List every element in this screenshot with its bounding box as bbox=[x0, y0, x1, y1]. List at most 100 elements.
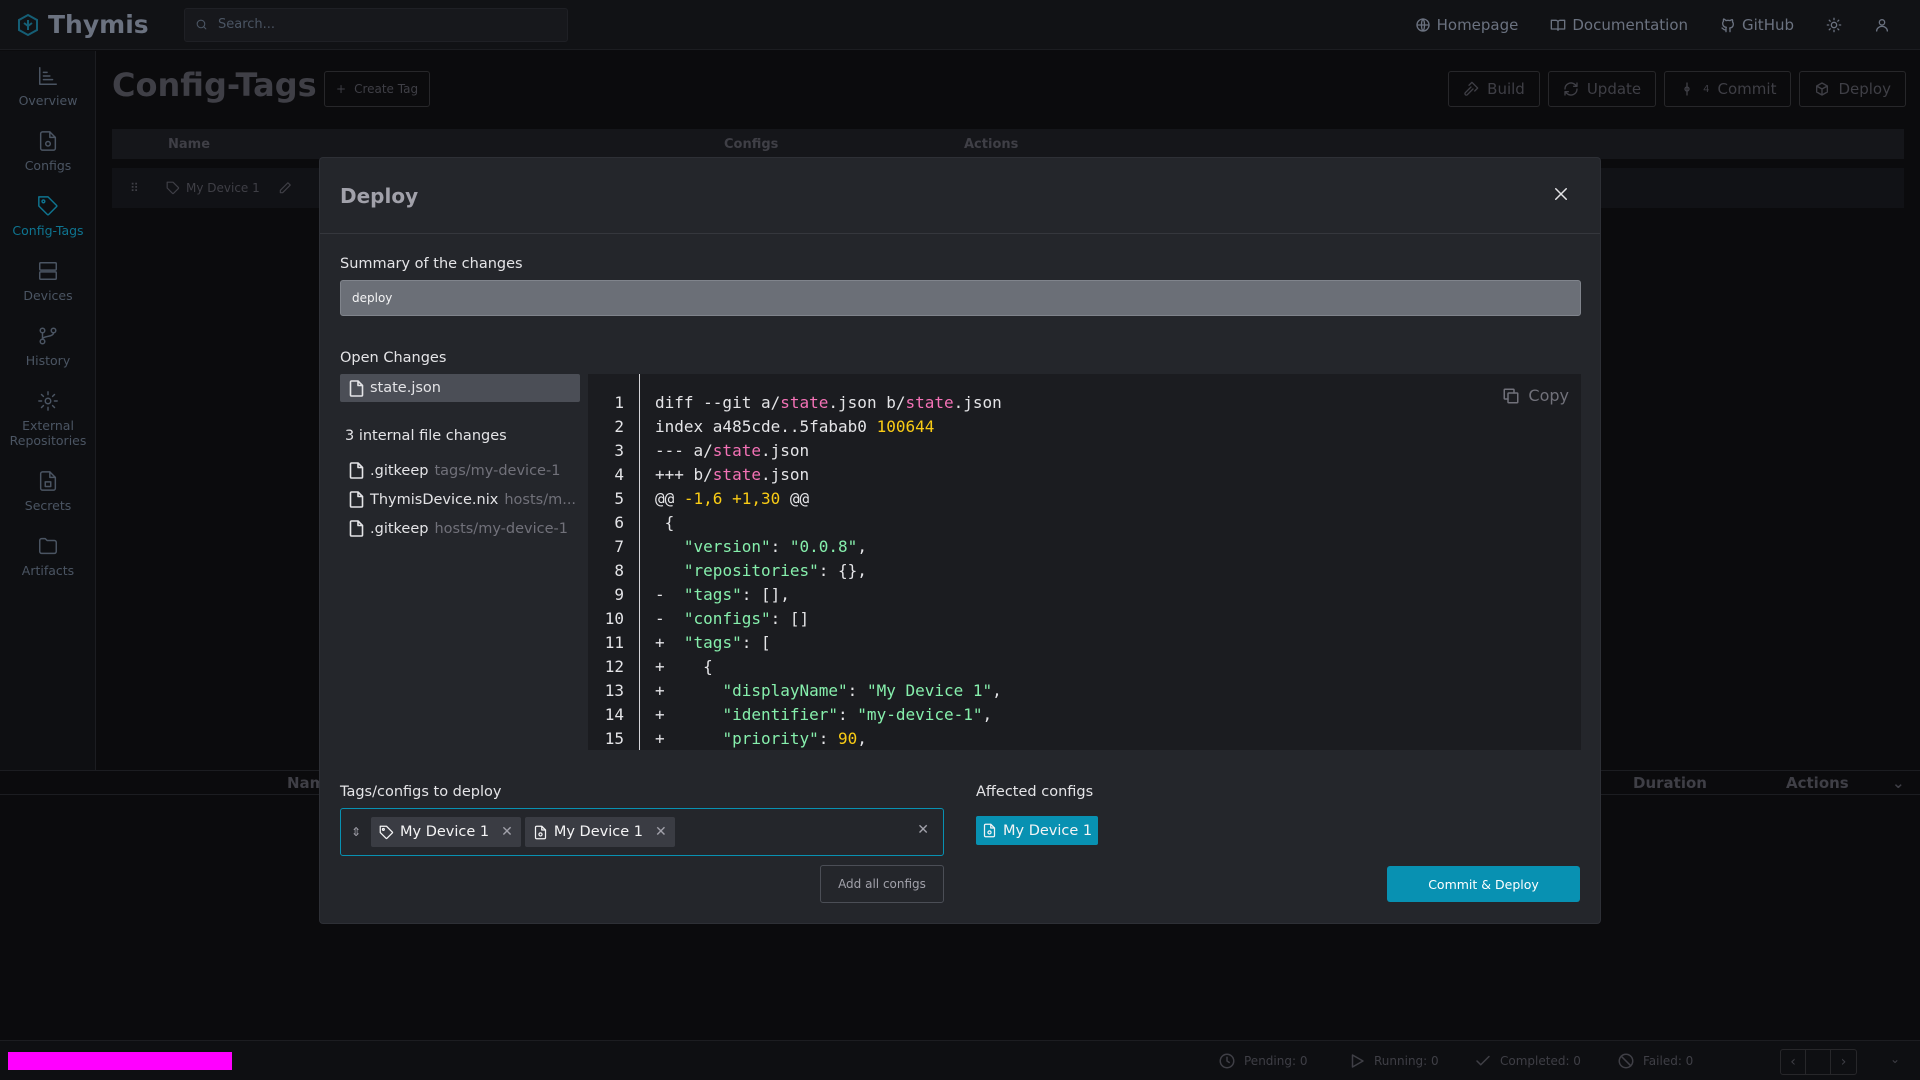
sidebar-item-artifacts[interactable]: Artifacts bbox=[0, 521, 96, 586]
sidebar-item-history[interactable]: History bbox=[0, 311, 96, 376]
open-changes-label: Open Changes bbox=[340, 350, 447, 366]
pending-count: Pending: 0 bbox=[1244, 1054, 1308, 1068]
next-page-button[interactable]: › bbox=[1831, 1050, 1856, 1074]
copy-icon bbox=[1503, 388, 1519, 403]
hammer-icon bbox=[1464, 81, 1479, 96]
diff-line: 3 --- a/state.json bbox=[588, 439, 809, 463]
diff-line: 15 + "priority": 90, bbox=[588, 727, 867, 750]
line-text: "repositories": {}, bbox=[683, 561, 867, 580]
commit-deploy-button[interactable]: Commit & Deploy bbox=[1387, 866, 1580, 902]
user-icon bbox=[1876, 19, 1888, 32]
sidebar-item-label: Secrets bbox=[24, 498, 72, 513]
list-icon bbox=[39, 67, 57, 85]
chevron-updown-icon[interactable]: ⇕ bbox=[351, 825, 367, 839]
remove-chip-icon[interactable]: ✕ bbox=[501, 824, 513, 840]
update-button[interactable]: Update bbox=[1547, 71, 1657, 107]
add-all-configs-button[interactable]: Add all configs bbox=[820, 865, 944, 903]
sidebar-item-devices[interactable]: Devices bbox=[0, 246, 96, 311]
theme-toggle[interactable] bbox=[1826, 17, 1842, 33]
app-name: Thymis bbox=[48, 10, 149, 39]
line-number: 8 bbox=[614, 561, 624, 580]
file-cog-icon bbox=[983, 823, 996, 838]
file-lock-icon bbox=[39, 471, 57, 491]
clock-icon bbox=[1219, 1053, 1235, 1069]
documentation-link[interactable]: Documentation bbox=[1550, 16, 1688, 34]
expand-panel-icon[interactable]: ⌄ bbox=[1890, 1052, 1900, 1066]
line-text: --- a/state.json bbox=[655, 441, 810, 460]
diff-line: 1 diff --git a/state.json b/state.json bbox=[588, 391, 1001, 415]
file-cog-icon bbox=[534, 825, 546, 839]
file-item-state-json[interactable]: state.json bbox=[340, 374, 580, 402]
diff-line: 7 "version": "0.0.8", bbox=[588, 535, 867, 559]
current-page[interactable] bbox=[1806, 1050, 1831, 1074]
line-text: + { bbox=[655, 657, 713, 676]
sidebar-item-secrets[interactable]: Secrets bbox=[0, 456, 96, 521]
prev-page-button[interactable]: ‹ bbox=[1781, 1050, 1806, 1074]
line-text: @@ -1,6 +1,30 @@ bbox=[655, 489, 810, 508]
file-name: state.json bbox=[370, 380, 441, 396]
deploy-button[interactable]: Deploy bbox=[1799, 71, 1906, 107]
status-bar: Pending: 0 Running: 0 Completed: 0 Faile… bbox=[0, 1040, 1920, 1080]
user-menu[interactable] bbox=[1874, 17, 1890, 33]
sidebar-item-overview[interactable]: Overview bbox=[0, 51, 96, 116]
line-number: 1 bbox=[614, 393, 624, 412]
line-text: + "priority": 90, bbox=[655, 729, 867, 748]
pencil-icon[interactable] bbox=[278, 181, 292, 195]
globe-icon bbox=[1415, 18, 1430, 32]
summary-input[interactable] bbox=[340, 280, 1581, 316]
copy-button[interactable]: Copy bbox=[1502, 386, 1569, 405]
running-status: Running: 0 bbox=[1348, 1052, 1439, 1070]
sidebar-item-config-tags[interactable]: Config-Tags bbox=[0, 181, 96, 246]
line-number: 10 bbox=[604, 609, 624, 628]
completed-status: Completed: 0 bbox=[1474, 1052, 1581, 1070]
diff-line: 13 + "displayName": "My Device 1", bbox=[588, 679, 1002, 703]
column-actions: Actions bbox=[964, 137, 1019, 152]
homepage-link[interactable]: Homepage bbox=[1415, 16, 1518, 34]
create-tag-button[interactable]: + Create Tag bbox=[324, 71, 431, 107]
affected-config-chip[interactable]: My Device 1 bbox=[976, 816, 1099, 845]
sidebar-item-external-repositories[interactable]: External Repositories bbox=[0, 376, 96, 456]
line-number: 4 bbox=[614, 465, 624, 484]
check-icon bbox=[1476, 1055, 1490, 1066]
sidebar-item-label: Devices bbox=[23, 288, 73, 303]
completed-count: Completed: 0 bbox=[1500, 1054, 1581, 1068]
commit-button[interactable]: 4 Commit bbox=[1664, 71, 1792, 107]
line-number: 6 bbox=[614, 513, 624, 532]
tag-cell: My Device 1 bbox=[166, 181, 292, 195]
commit-count-badge: 4 bbox=[1703, 83, 1710, 95]
line-number: 15 bbox=[604, 729, 624, 748]
list-item[interactable]: .gitkeep hosts/my-device-1 bbox=[340, 514, 580, 543]
modal-header: Deploy bbox=[320, 158, 1600, 234]
line-number: 11 bbox=[604, 633, 624, 652]
close-icon[interactable] bbox=[1552, 185, 1570, 203]
update-label: Update bbox=[1586, 80, 1642, 98]
failed-status: Failed: 0 bbox=[1617, 1052, 1693, 1070]
line-number: 2 bbox=[614, 417, 624, 436]
boxes-icon bbox=[1816, 82, 1829, 96]
sidebar: Overview Configs Config-Tags Devices His… bbox=[0, 51, 96, 771]
app-logo[interactable]: Thymis bbox=[16, 10, 166, 39]
play-icon bbox=[1351, 1054, 1364, 1068]
summary-label: Summary of the changes bbox=[340, 256, 523, 272]
tags-configs-select[interactable]: ⇕ My Device 1 ✕ My Device 1 ✕ ✕ bbox=[340, 808, 944, 856]
github-link[interactable]: GitHub bbox=[1720, 16, 1794, 34]
file-name: .gitkeep bbox=[370, 462, 429, 479]
file-path: tags/my-device-1 bbox=[434, 462, 561, 479]
remove-chip-icon[interactable]: ✕ bbox=[655, 824, 667, 840]
diff-viewer[interactable]: 1 diff --git a/state.json b/state.json 2 in… bbox=[588, 374, 1581, 750]
drag-handle-icon[interactable]: ⠿ bbox=[130, 181, 148, 195]
ban-icon bbox=[1618, 1053, 1634, 1069]
chip-label: My Device 1 bbox=[553, 824, 643, 840]
list-item[interactable]: .gitkeep tags/my-device-1 bbox=[340, 456, 580, 485]
changed-files-list: state.json 3 internal file changes .gitk… bbox=[340, 374, 580, 543]
sidebar-item-configs[interactable]: Configs bbox=[0, 116, 96, 181]
collapse-icon[interactable]: ⌄ bbox=[1892, 774, 1905, 792]
chip-label: My Device 1 bbox=[400, 824, 490, 840]
create-tag-label: Create Tag bbox=[354, 82, 419, 96]
line-text: +++ b/state.json bbox=[655, 465, 810, 484]
build-button[interactable]: Build bbox=[1448, 71, 1540, 107]
search-input[interactable]: Search... bbox=[184, 7, 568, 42]
list-item[interactable]: ThymisDevice.nix hosts/m... bbox=[340, 485, 580, 514]
clear-selection-icon[interactable]: ✕ bbox=[917, 822, 929, 838]
line-number: 9 bbox=[614, 585, 624, 604]
